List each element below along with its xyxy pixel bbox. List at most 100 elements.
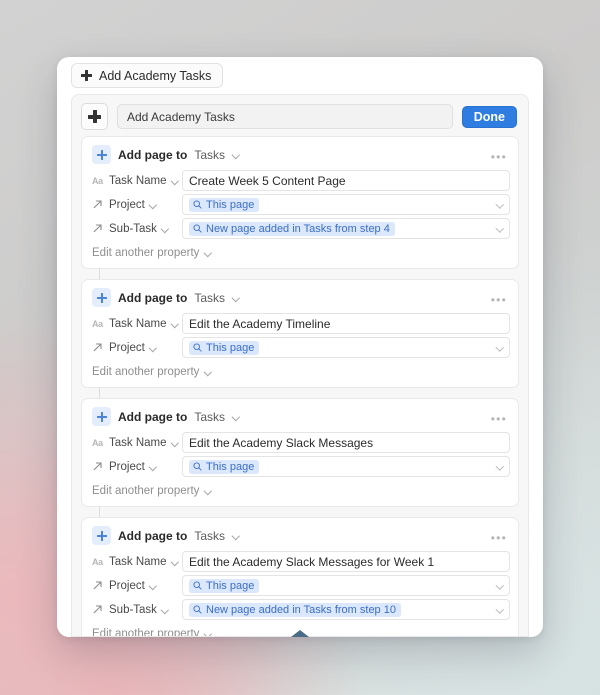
chevron-down-icon[interactable] [150,201,157,208]
property-value-field[interactable]: Edit the Academy Timeline [182,313,510,334]
relation-arrow-icon [92,580,104,591]
property-value-field[interactable]: New page added in Tasks from step 4 [182,218,510,239]
chevron-down-icon[interactable] [496,344,503,351]
relation-chip[interactable]: New page added in Tasks from step 10 [189,602,401,617]
search-icon [193,200,202,209]
relation-chip-label: This page [206,341,255,354]
chevron-down-icon [204,631,211,637]
database-name[interactable]: Tasks [194,410,225,424]
chevron-down-icon[interactable] [232,532,239,539]
property-name: Task Name [109,555,167,568]
card-overflow-menu[interactable]: ••• [491,532,507,544]
relation-chip-label: New page added in Tasks from step 4 [206,222,390,235]
property-row: Aa Task Name Edit the Academy Slack Messag… [90,551,510,572]
action-card-header: Add page to Tasks ••• [90,406,510,432]
property-label[interactable]: Project [90,580,182,592]
property-label[interactable]: Aa Task Name [90,556,182,568]
search-icon [193,224,202,233]
card-overflow-menu[interactable]: ••• [491,294,507,306]
chevron-down-icon[interactable] [150,463,157,470]
automation-name-input[interactable] [117,104,453,129]
property-value-field[interactable]: This page [182,337,510,358]
card-overflow-menu[interactable]: ••• [491,413,507,425]
edit-another-property-button[interactable]: Edit another property [90,480,510,502]
dialog-title-chip[interactable]: Add Academy Tasks [71,63,224,88]
property-label[interactable]: Project [90,199,182,211]
chevron-down-icon[interactable] [496,225,503,232]
chevron-down-icon[interactable] [162,606,169,613]
add-action-button[interactable] [92,145,111,164]
chevron-down-icon[interactable] [496,201,503,208]
action-card-header: Add page to Tasks ••• [90,144,510,170]
chevron-down-icon[interactable] [232,151,239,158]
relation-chip-label: This page [206,460,255,473]
search-icon [193,605,202,614]
chevron-down-icon[interactable] [172,320,179,327]
property-label[interactable]: Project [90,461,182,473]
property-label[interactable]: Aa Task Name [90,318,182,330]
chevron-down-icon[interactable] [496,582,503,589]
chevron-down-icon[interactable] [232,413,239,420]
property-label[interactable]: Aa Task Name [90,175,182,187]
chevron-down-icon[interactable] [150,344,157,351]
edit-another-property-label: Edit another property [92,247,200,259]
search-icon [193,581,202,590]
search-icon [193,343,202,352]
database-name[interactable]: Tasks [194,148,225,162]
property-label[interactable]: Project [90,342,182,354]
edit-another-property-label: Edit another property [92,485,200,497]
plus-icon [96,411,107,422]
action-card-stack[interactable]: Add page to Tasks ••• Aa Task Name Create Wee… [72,136,528,636]
property-value-field[interactable]: Create Week 5 Content Page [182,170,510,191]
relation-arrow-icon [92,223,104,234]
chevron-down-icon [204,488,211,495]
chevron-down-icon[interactable] [496,463,503,470]
automation-panel: Done Add page to Tasks ••• Aa Task Name Creat… [71,94,529,637]
relation-chip-label: New page added in Tasks from step 10 [206,603,396,616]
card-overflow-menu[interactable]: ••• [491,151,507,163]
database-name[interactable]: Tasks [194,529,225,543]
property-value-field[interactable]: New page added in Tasks from step 10 [182,599,510,620]
action-label: Add page to [118,290,188,305]
chevron-down-icon[interactable] [172,558,179,565]
property-value-field[interactable]: This page [182,575,510,596]
chevron-down-icon[interactable] [162,225,169,232]
add-action-button[interactable] [92,407,111,426]
chevron-down-icon[interactable] [172,177,179,184]
add-step-button[interactable] [81,103,108,130]
relation-chip[interactable]: New page added in Tasks from step 4 [189,221,395,236]
chevron-down-icon[interactable] [172,439,179,446]
chevron-down-icon[interactable] [232,294,239,301]
edit-another-property-button[interactable]: Edit another property [90,242,510,264]
action-card-wrapper: Add page to Tasks ••• Aa Task Name Create Wee… [81,136,519,269]
chevron-down-icon [204,250,211,257]
property-value-field[interactable]: Edit the Academy Slack Messages [182,432,510,453]
plus-icon [96,530,107,541]
relation-arrow-icon [92,199,104,210]
panel-header: Done [72,95,528,137]
add-action-button[interactable] [92,288,111,307]
property-name: Task Name [109,317,167,330]
property-row: Project This page [90,575,510,596]
property-label[interactable]: Sub-Task [90,604,182,616]
plus-icon [96,292,107,303]
edit-another-property-button[interactable]: Edit another property [90,361,510,383]
action-card: Add page to Tasks ••• Aa Task Name Edit the A… [81,517,519,636]
done-button[interactable]: Done [461,105,517,128]
property-value-field[interactable]: This page [182,456,510,477]
property-label[interactable]: Aa Task Name [90,437,182,449]
relation-chip[interactable]: This page [189,197,260,212]
chevron-down-icon[interactable] [150,582,157,589]
property-value-field[interactable]: Edit the Academy Slack Messages for Week… [182,551,510,572]
relation-chip[interactable]: This page [189,340,260,355]
chevron-down-icon[interactable] [496,606,503,613]
dialog-title: Add Academy Tasks [99,68,212,83]
property-value-field[interactable]: This page [182,194,510,215]
relation-chip[interactable]: This page [189,459,260,474]
relation-chip[interactable]: This page [189,578,260,593]
add-action-button[interactable] [92,526,111,545]
search-icon [193,462,202,471]
property-label[interactable]: Sub-Task [90,223,182,235]
database-name[interactable]: Tasks [194,291,225,305]
property-name: Sub-Task [109,222,157,235]
